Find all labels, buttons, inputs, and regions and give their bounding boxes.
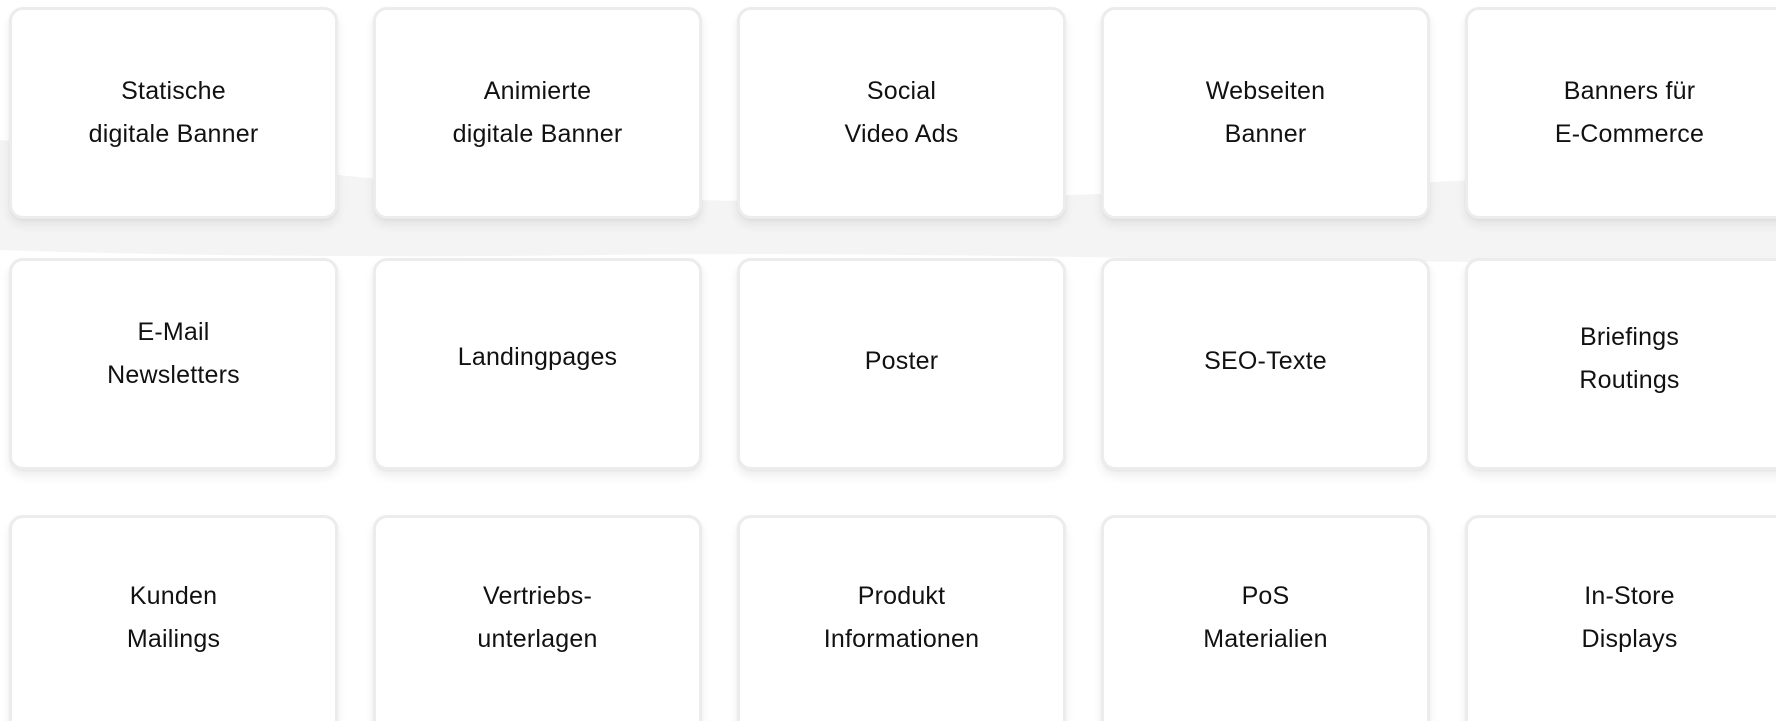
card-label: PoS Materialien	[1203, 575, 1327, 661]
card-email-newsletters[interactable]: E-Mail Newsletters	[9, 258, 338, 470]
card-seo-texts[interactable]: SEO-Texte	[1101, 258, 1430, 470]
card-label-line-1: PoS	[1241, 582, 1290, 610]
card-label-line-1: Landingpages	[457, 342, 618, 371]
card-label-line-1: SEO-Texte	[1204, 346, 1327, 375]
card-label-line-2: Informationen	[823, 625, 980, 653]
card-label-line-1: Statische	[121, 76, 226, 105]
card-label-line-2: Displays	[1581, 625, 1678, 653]
card-label-line-2: Video Ads	[844, 119, 959, 148]
card-pos-materials[interactable]: PoS Materialien	[1101, 515, 1430, 721]
content-type-grid: Statische digitale Banner Animierte digi…	[0, 0, 1776, 721]
card-label: Poster	[865, 340, 938, 383]
card-label: Statische digitale Banner	[89, 70, 259, 156]
card-label-line-1: Vertriebs-	[483, 582, 592, 610]
card-label-line-1: In-Store	[1584, 582, 1675, 610]
card-label-line-1: Social	[866, 76, 937, 105]
card-label-line-2: Routings	[1579, 366, 1680, 394]
card-label-line-2: Banner	[1224, 119, 1307, 148]
card-landingpages[interactable]: Landingpages	[373, 258, 702, 470]
card-ecommerce-banners[interactable]: Banners für E-Commerce	[1465, 7, 1776, 219]
card-static-digital-banners[interactable]: Statische digitale Banner	[9, 7, 338, 219]
card-sales-documents[interactable]: Vertriebs- unterlagen	[373, 515, 702, 721]
card-label: In-Store Displays	[1581, 575, 1677, 661]
card-label-line-2: digitale Banner	[88, 119, 259, 148]
card-label-line-1: Animierte	[483, 76, 592, 105]
card-label-line-2: Newsletters	[107, 361, 240, 389]
card-label-line-1: Webseiten	[1205, 76, 1326, 105]
card-label-line-2: Materialien	[1203, 625, 1328, 653]
card-customer-mailings[interactable]: Kunden Mailings	[9, 515, 338, 721]
card-label: Animierte digitale Banner	[453, 70, 623, 156]
card-label: Kunden Mailings	[127, 575, 220, 661]
card-social-video-ads[interactable]: Social Video Ads	[737, 7, 1066, 219]
card-label-line-1: Kunden	[129, 582, 218, 610]
card-label-line-2: digitale Banner	[452, 119, 623, 148]
card-briefings-routings[interactable]: Briefings Routings	[1465, 258, 1776, 470]
card-animated-digital-banners[interactable]: Animierte digitale Banner	[373, 7, 702, 219]
card-product-information[interactable]: Produkt Informationen	[737, 515, 1066, 721]
card-label: Vertriebs- unterlagen	[477, 575, 597, 661]
card-label: Banners für E-Commerce	[1555, 70, 1704, 156]
card-label: E-Mail Newsletters	[107, 311, 240, 397]
card-label-line-2: unterlagen	[477, 625, 598, 653]
card-label-line-2: Mailings	[126, 625, 221, 653]
card-label: Produkt Informationen	[824, 575, 979, 661]
card-label-line-2: E-Commerce	[1554, 119, 1705, 148]
card-label: Landingpages	[458, 336, 618, 379]
card-label-line-1: E-Mail	[137, 318, 210, 346]
card-label-line-1: Poster	[864, 346, 939, 375]
card-website-banners[interactable]: Webseiten Banner	[1101, 7, 1430, 219]
card-label: Webseiten Banner	[1206, 70, 1325, 156]
card-label: Social Video Ads	[845, 70, 959, 156]
card-poster[interactable]: Poster	[737, 258, 1066, 470]
card-label: Briefings Routings	[1579, 316, 1679, 402]
card-label: SEO-Texte	[1204, 340, 1327, 383]
card-label-line-1: Produkt	[857, 582, 946, 610]
card-label-line-1: Banners für	[1563, 76, 1696, 105]
card-label-line-1: Briefings	[1579, 323, 1680, 351]
card-in-store-displays[interactable]: In-Store Displays	[1465, 515, 1776, 721]
